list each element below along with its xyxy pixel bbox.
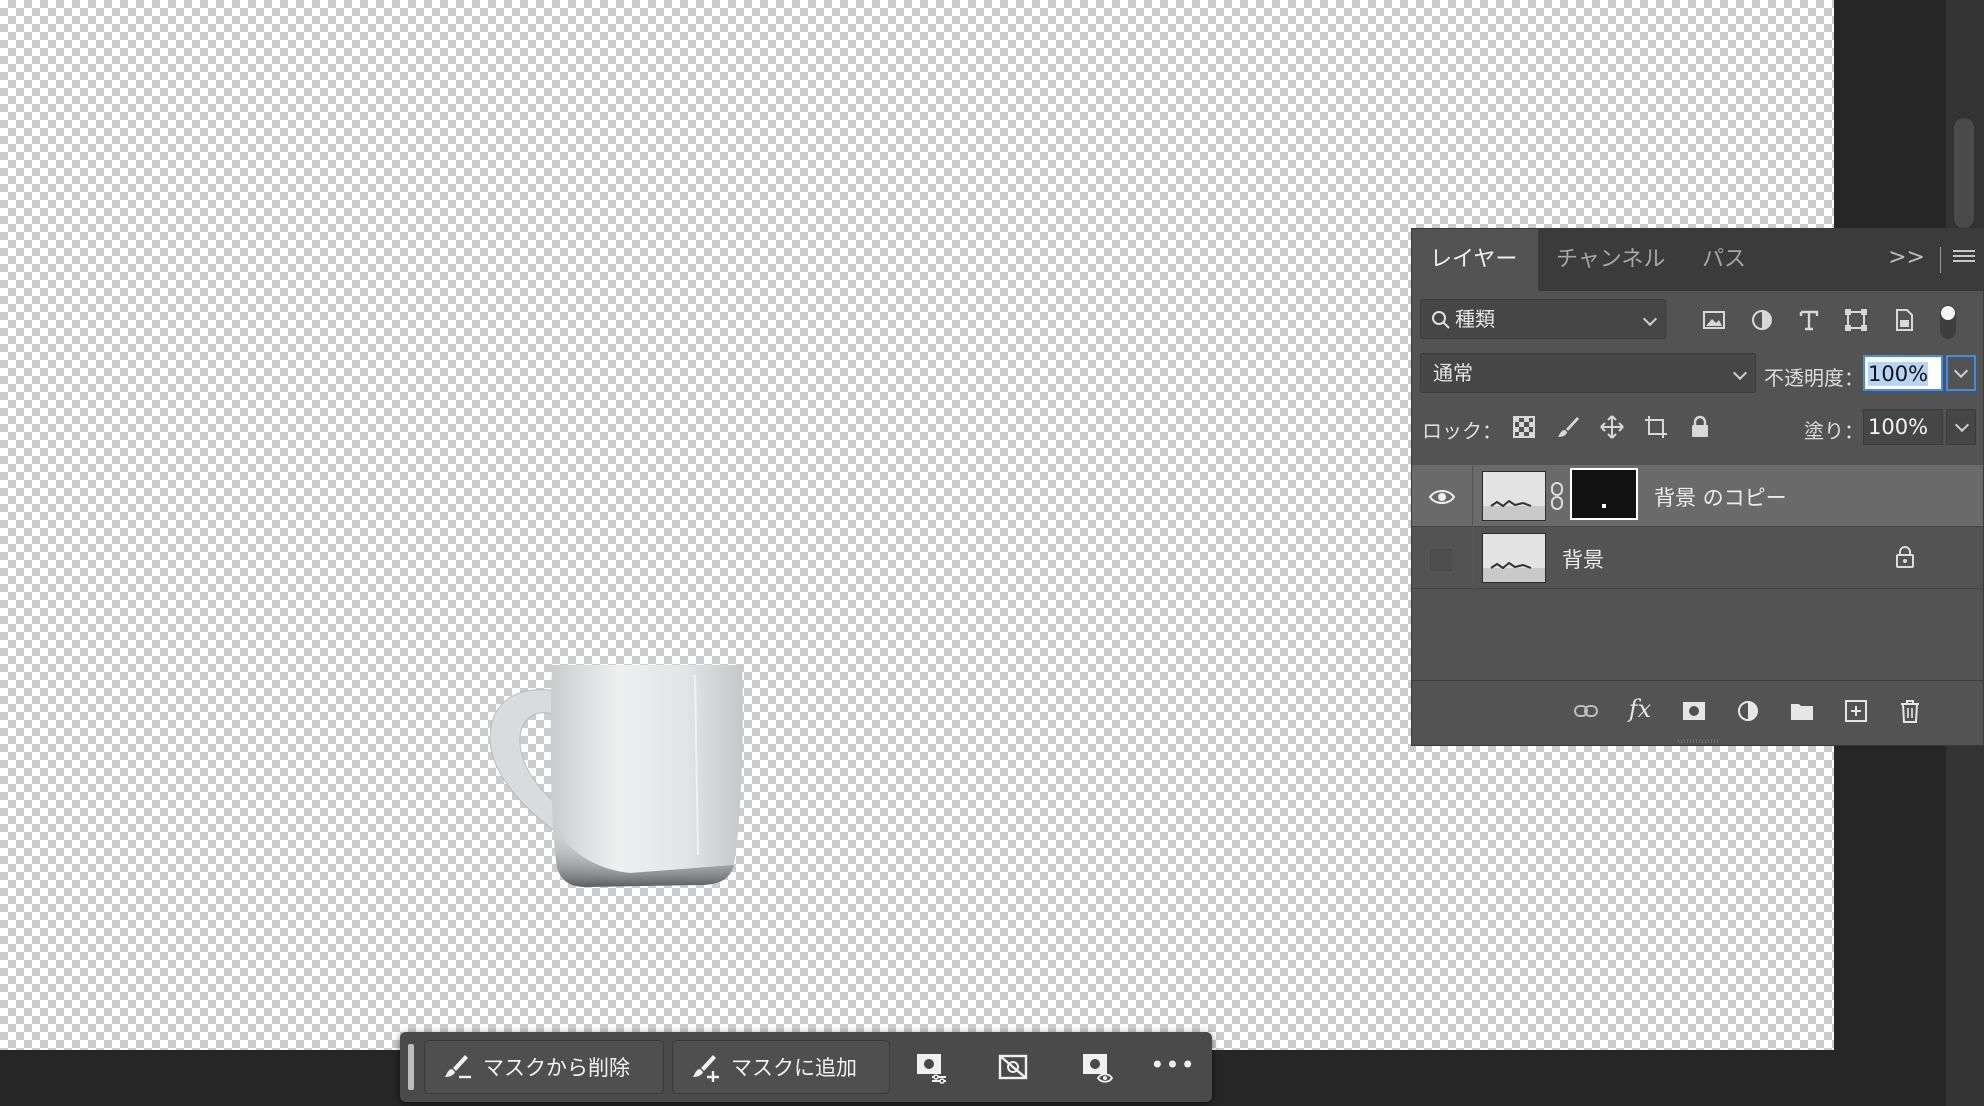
scrollbar-thumb[interactable] (1954, 118, 1974, 228)
shape-filter-icon[interactable] (1840, 304, 1872, 336)
eye-visibility-icon[interactable] (1428, 483, 1456, 511)
search-icon (1432, 311, 1450, 329)
opacity-dropdown-button[interactable] (1946, 355, 1976, 391)
taskbar-drag-handle[interactable] (408, 1044, 414, 1090)
new-layer-icon[interactable] (1840, 695, 1872, 727)
smart-object-filter-icon[interactable] (1888, 304, 1920, 336)
more-options-icon[interactable]: ••• (1150, 1044, 1194, 1086)
contextual-task-bar: マスクから削除 マスクに追加 ••• (400, 1032, 1212, 1102)
subtract-from-mask-label: マスクから削除 (483, 1056, 630, 1080)
lock-paint-icon[interactable] (1552, 411, 1584, 443)
layer-thumbnail (1482, 471, 1546, 521)
opacity-value: 100% (1868, 362, 1929, 386)
brush-plus-icon (693, 1055, 719, 1082)
layer-thumbnail (1482, 533, 1546, 583)
fill-input[interactable]: 100% (1863, 409, 1943, 445)
collapse-panel-button[interactable]: >> (1888, 245, 1925, 270)
tab-channels[interactable]: チャンネル (1538, 229, 1684, 291)
type-filter-icon[interactable] (1793, 304, 1825, 336)
opacity-input[interactable]: 100% (1863, 355, 1943, 391)
mask-options-icon[interactable] (910, 1046, 952, 1088)
layer-filter-value: 種類 (1455, 307, 1495, 331)
panel-menu-icon[interactable] (1953, 247, 1975, 269)
lock-position-icon[interactable] (1596, 411, 1628, 443)
layer-name[interactable]: 背景 のコピー (1654, 482, 1787, 512)
add-to-mask-button[interactable]: マスクに追加 (672, 1040, 890, 1094)
panel-tabbar: レイヤー チャンネル パス >> (1412, 229, 1983, 291)
brush-minus-icon (445, 1055, 471, 1079)
lock-icon (1896, 546, 1914, 568)
tab-layers[interactable]: レイヤー (1412, 229, 1538, 291)
subtract-from-mask-button[interactable]: マスクから削除 (424, 1040, 664, 1094)
lock-artboard-icon[interactable] (1640, 411, 1672, 443)
layers-list: 背景 のコピー 背景 (1412, 465, 1983, 681)
blend-mode-select[interactable]: 通常 (1420, 353, 1756, 393)
tab-paths[interactable]: パス (1684, 229, 1774, 291)
layer-mask-thumbnail[interactable] (1570, 468, 1638, 520)
layer-divider (1472, 465, 1473, 527)
layer-row[interactable]: 背景 のコピー (1412, 465, 1983, 527)
layer-row[interactable]: 背景 (1412, 527, 1983, 589)
add-to-mask-label: マスクに追加 (731, 1056, 857, 1080)
layers-panel-footer: fx (1412, 680, 1983, 745)
fill-dropdown-button[interactable] (1946, 409, 1976, 445)
blend-mode-value: 通常 (1433, 361, 1473, 385)
adjustment-filter-icon[interactable] (1746, 304, 1778, 336)
lock-label: ロック： (1422, 419, 1502, 443)
add-mask-icon[interactable] (1678, 695, 1710, 727)
fill-label: 塗り： (1804, 419, 1864, 443)
link-chain-icon[interactable] (1550, 481, 1564, 511)
new-group-icon[interactable] (1786, 695, 1818, 727)
link-layers-icon[interactable] (1570, 695, 1602, 727)
fx-icon[interactable]: fx (1624, 693, 1656, 725)
view-mask-icon[interactable] (1076, 1046, 1118, 1088)
opacity-label: 不透明度： (1764, 366, 1864, 390)
trash-icon[interactable] (1894, 695, 1926, 727)
fill-value: 100% (1868, 415, 1929, 439)
panel-resize-grip[interactable] (1677, 739, 1718, 743)
lock-all-icon[interactable] (1684, 411, 1716, 443)
layer-name[interactable]: 背景 (1562, 544, 1604, 574)
lock-transparent-icon[interactable] (1508, 411, 1540, 443)
filter-toggle-switch[interactable] (1940, 305, 1956, 339)
visibility-toggle-empty[interactable] (1430, 549, 1452, 571)
layers-panel: レイヤー チャンネル パス >> 種類 通常 不透明度： 100% ロック： 塗… (1411, 228, 1984, 746)
image-filter-icon[interactable] (1698, 304, 1730, 336)
disable-mask-icon[interactable] (992, 1046, 1034, 1088)
layer-filter-select[interactable]: 種類 (1420, 299, 1666, 339)
mug-image (490, 665, 743, 887)
adjustment-layer-icon[interactable] (1732, 695, 1764, 727)
